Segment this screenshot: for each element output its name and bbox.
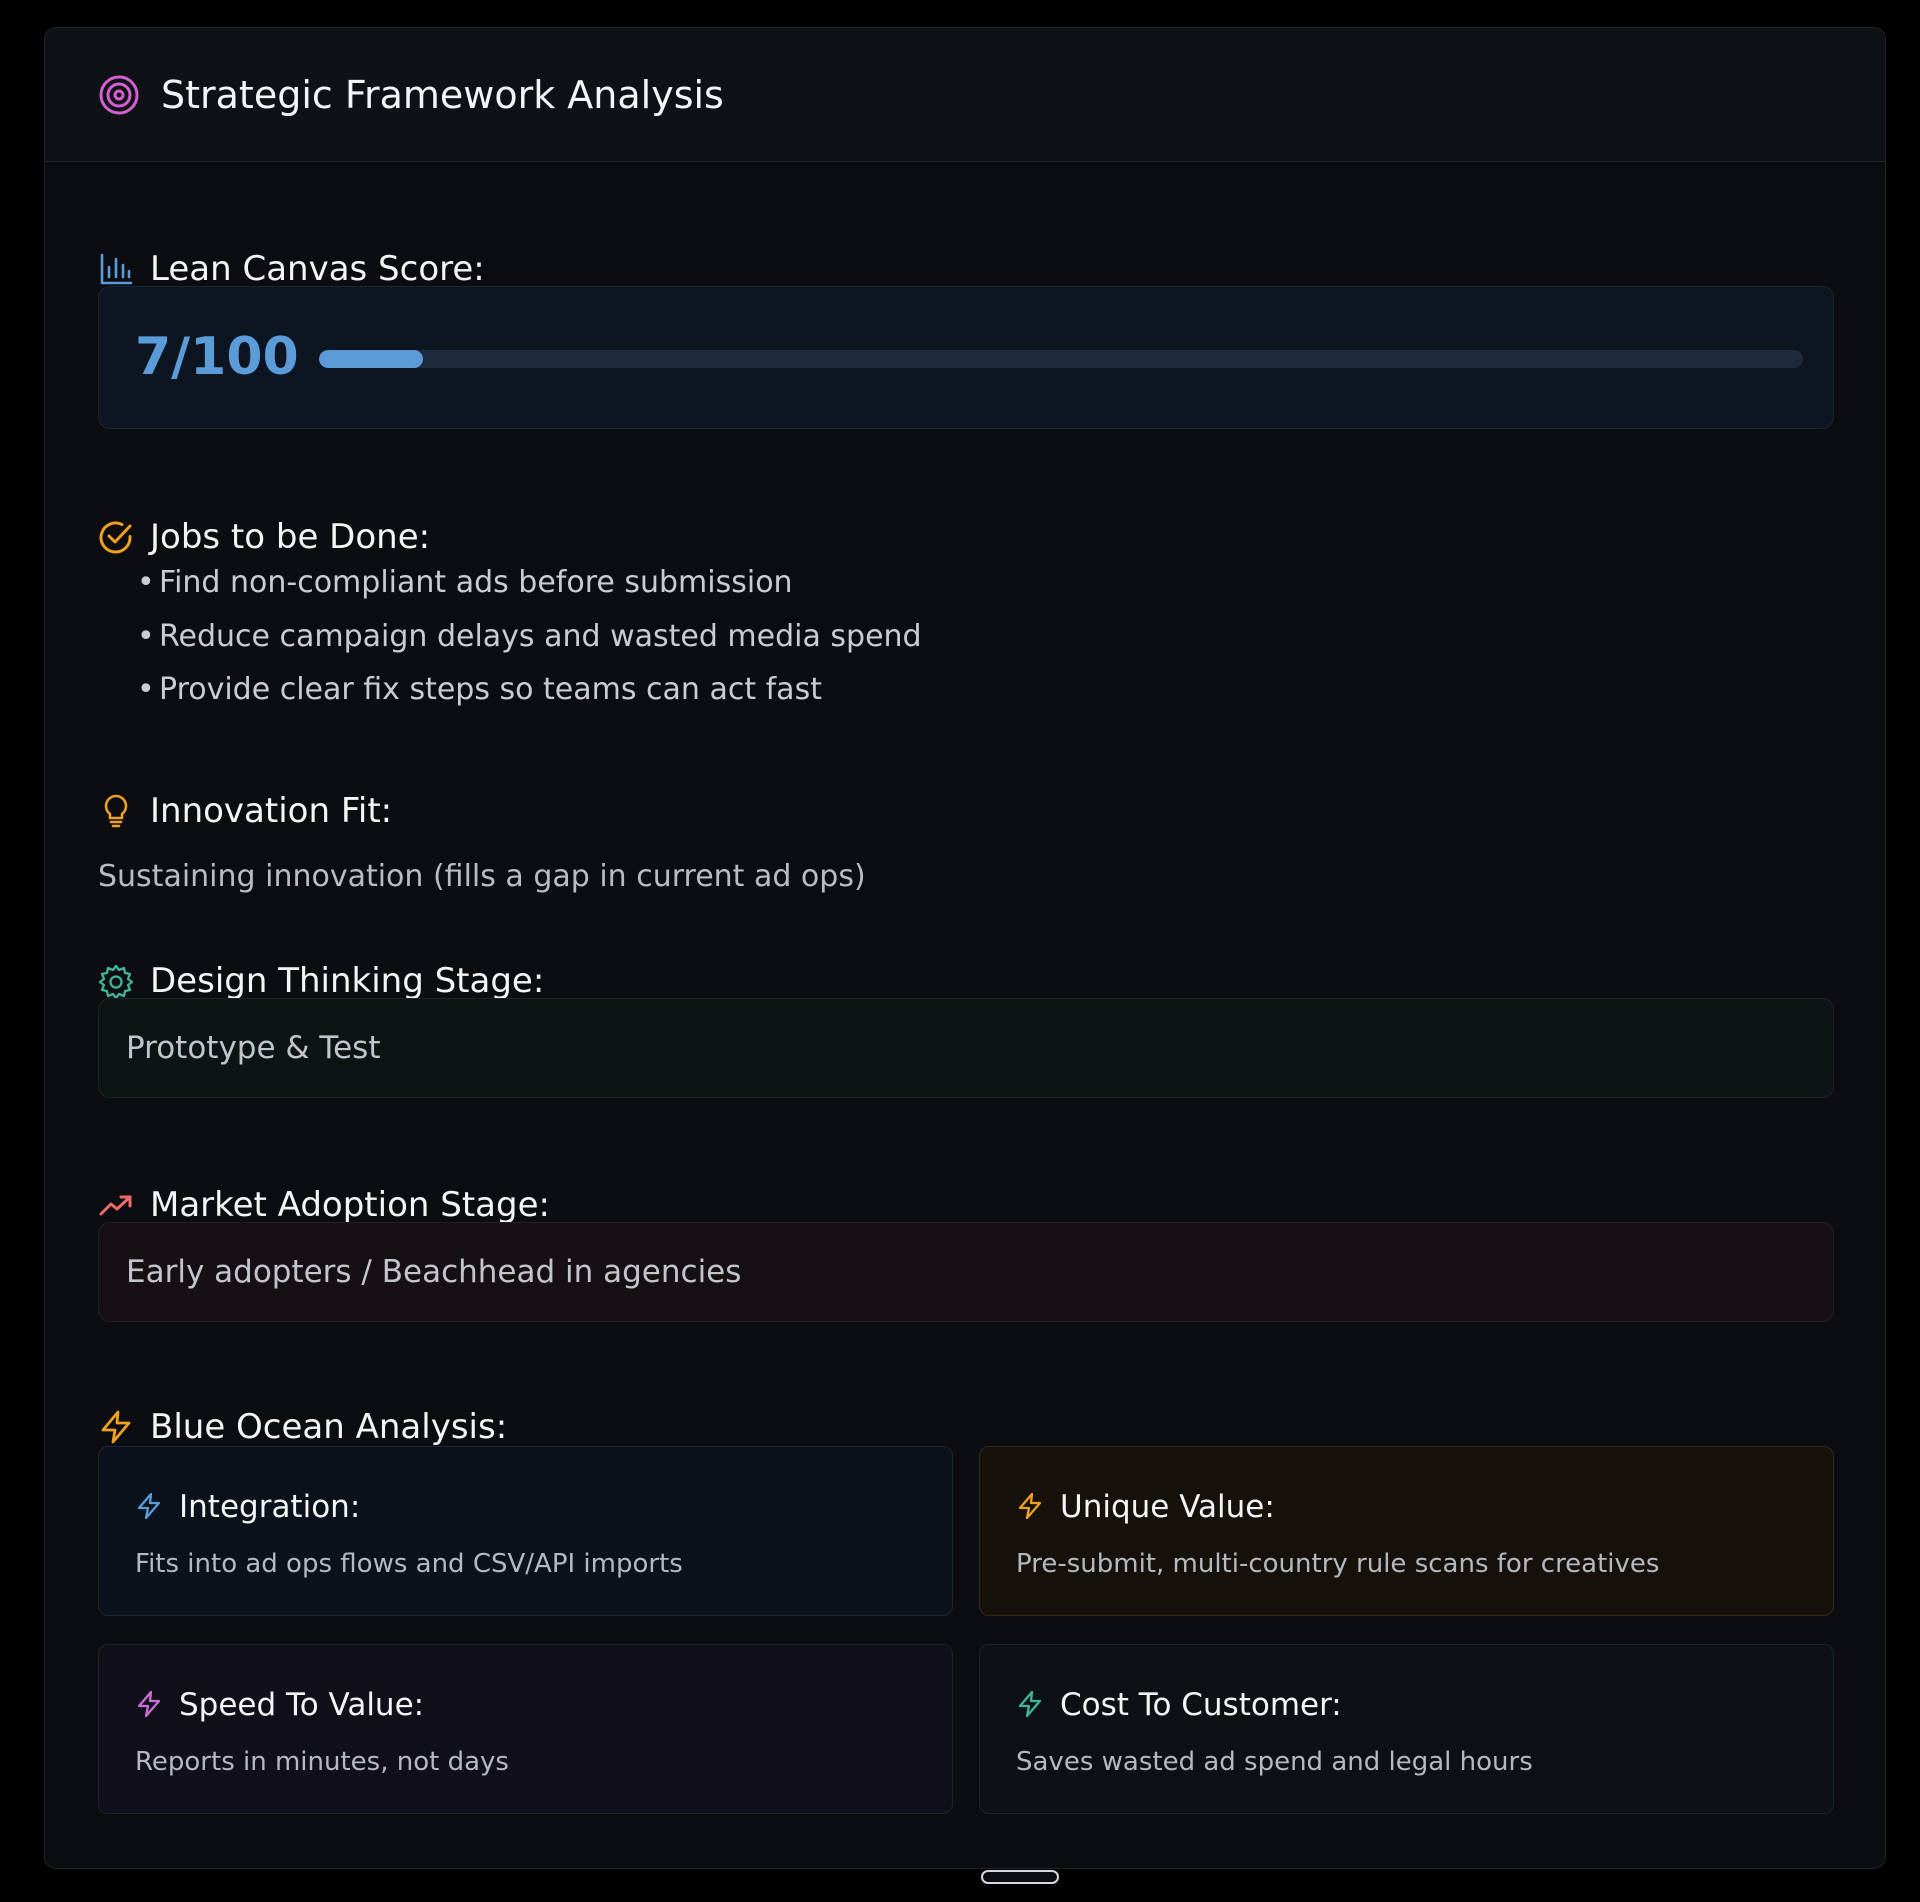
jobs-heading: Jobs to be Done: [98,512,430,562]
speed-to-value-card: Speed To Value: Reports in minutes, not … [98,1644,953,1814]
lean-canvas-score-panel: 7/100 [98,286,1834,429]
design-thinking-heading-label: Design Thinking Stage: [150,961,545,1001]
lightning-icon [1018,1492,1042,1520]
design-thinking-value: Prototype & Test [98,998,1834,1098]
innovation-heading: Innovation Fit: [98,786,392,836]
unique-value-desc: Pre-submit, multi-country rule scans for… [1016,1549,1660,1579]
list-item: • Reduce campaign delays and wasted media… [137,618,922,654]
target-icon [99,75,139,115]
lean-canvas-heading-label: Lean Canvas Score: [150,249,485,289]
blue-ocean-heading-label: Blue Ocean Analysis: [150,1407,508,1447]
check-circle-icon [99,521,132,554]
innovation-fit-text: Sustaining innovation (fills a gap in cu… [98,859,866,894]
page-title: Strategic Framework Analysis [161,73,724,117]
gear-icon [98,964,134,999]
card-header: Strategic Framework Analysis [45,28,1885,162]
innovation-heading-label: Innovation Fit: [150,791,393,831]
integration-desc: Fits into ad ops flows and CSV/API impor… [135,1549,683,1579]
lightning-icon [1018,1690,1042,1718]
bar-chart-icon [100,253,133,285]
trending-up-icon [99,1195,132,1216]
integration-title: Integration: [179,1489,361,1525]
scroll-handle[interactable] [981,1870,1059,1884]
strategic-framework-card: Strategic Framework Analysis Lean Canvas… [44,27,1886,1869]
lightning-icon [137,1492,161,1520]
cost-to-customer-desc: Saves wasted ad spend and legal hours [1016,1747,1533,1777]
speed-to-value-title: Speed To Value: [179,1687,425,1723]
list-item: • Provide clear fix steps so teams can ac… [137,672,822,707]
lightbulb-icon [104,794,128,828]
jobs-heading-label: Jobs to be Done: [150,517,431,557]
unique-value-card: Unique Value: Pre-submit, multi-country … [979,1446,1834,1616]
integration-card: Integration: Fits into ad ops flows and … [98,1446,953,1616]
cost-to-customer-card: Cost To Customer: Saves wasted ad spend … [979,1644,1834,1814]
blue-ocean-heading: Blue Ocean Analysis: [98,1402,507,1452]
speed-to-value-desc: Reports in minutes, not days [135,1747,509,1777]
cost-to-customer-title: Cost To Customer: [1060,1687,1342,1723]
lightning-icon [137,1690,161,1718]
score-progress-bar [319,350,1803,368]
market-adoption-value: Early adopters / Beachhead in agencies [98,1222,1834,1322]
score-progress-fill [319,350,423,368]
lightning-icon [101,1410,131,1444]
market-adoption-heading-label: Market Adoption Stage: [150,1185,550,1225]
unique-value-title: Unique Value: [1060,1489,1275,1525]
jobs-list: • Find non-compliant ads before submissio… [137,556,922,717]
score-value: 7/100 [135,327,299,387]
list-item: • Find non-compliant ads before submissio… [137,565,793,600]
